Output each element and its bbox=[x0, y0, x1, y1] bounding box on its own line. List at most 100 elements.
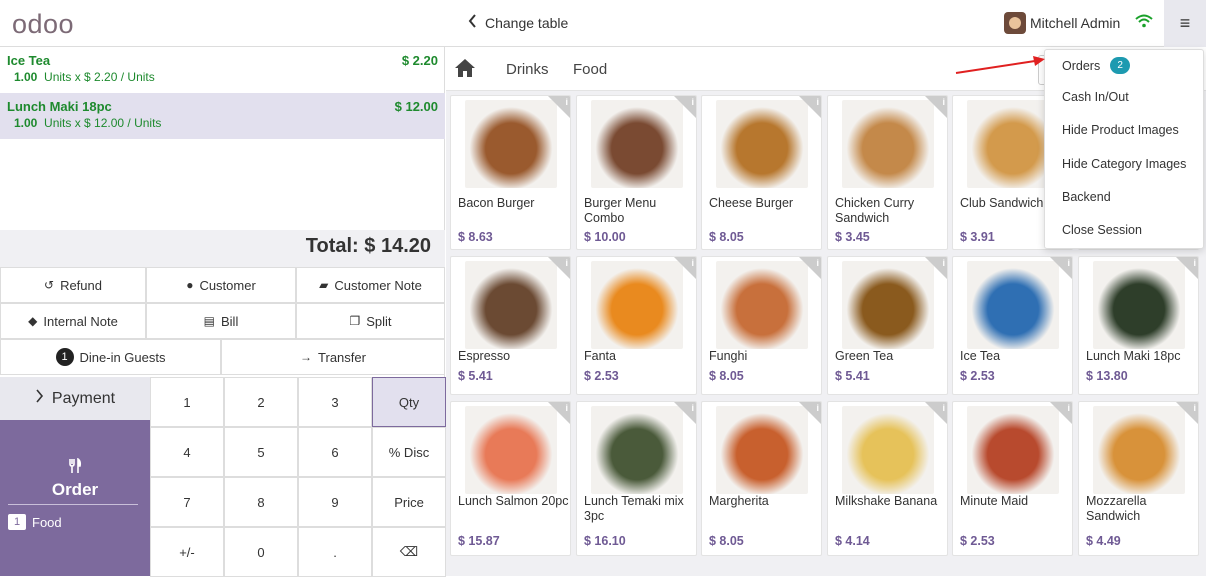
internal-note-button[interactable]: ◆ Internal Note bbox=[0, 303, 146, 339]
product-card[interactable]: i Lunch Salmon 20pc $ 15.87 bbox=[450, 401, 571, 556]
numpad-key[interactable]: Price bbox=[372, 477, 446, 527]
hamburger-dropdown-menu: Orders 2 Cash In/Out Hide Product Images… bbox=[1044, 49, 1204, 249]
menu-item-cash-in-out[interactable]: Cash In/Out bbox=[1062, 90, 1129, 104]
customer-note-button[interactable]: ▰ Customer Note bbox=[296, 267, 445, 303]
info-icon[interactable]: i bbox=[565, 258, 568, 268]
numpad-key[interactable]: 3 bbox=[298, 377, 372, 427]
info-icon[interactable]: i bbox=[816, 403, 819, 413]
chevron-right-icon bbox=[35, 389, 44, 408]
info-icon[interactable]: i bbox=[565, 403, 568, 413]
user-menu[interactable]: Mitchell Admin bbox=[1004, 12, 1120, 34]
product-image bbox=[591, 100, 683, 188]
info-icon[interactable]: i bbox=[691, 403, 694, 413]
numpad-key[interactable]: 5 bbox=[224, 427, 298, 477]
product-card[interactable]: i Margherita $ 8.05 bbox=[701, 401, 822, 556]
numpad-key[interactable]: 6 bbox=[298, 427, 372, 477]
product-price: $ 5.41 bbox=[835, 369, 870, 383]
numpad-key[interactable]: ⌫ bbox=[372, 527, 446, 577]
info-icon[interactable]: i bbox=[691, 97, 694, 107]
product-card[interactable]: i Green Tea $ 5.41 bbox=[827, 256, 948, 395]
product-price: $ 8.05 bbox=[709, 534, 744, 548]
product-name: Lunch Maki 18pc bbox=[1086, 349, 1181, 363]
info-icon[interactable]: i bbox=[691, 258, 694, 268]
product-name: Ice Tea bbox=[960, 349, 1001, 363]
order-line-price: $ 12.00 bbox=[394, 99, 438, 114]
payment-button[interactable]: Payment bbox=[0, 377, 150, 420]
avatar bbox=[1004, 12, 1026, 34]
product-card[interactable]: i Burger Menu Combo $ 10.00 bbox=[576, 95, 697, 250]
wifi-icon bbox=[1135, 14, 1153, 33]
menu-item-hide-category-images[interactable]: Hide Category Images bbox=[1062, 157, 1186, 171]
product-price: $ 8.05 bbox=[709, 369, 744, 383]
category-food[interactable]: Food bbox=[573, 61, 607, 78]
numpad-key[interactable]: 9 bbox=[298, 477, 372, 527]
split-button[interactable]: ❐ Split bbox=[296, 303, 445, 339]
info-icon[interactable]: i bbox=[565, 97, 568, 107]
dine-in-guests-button[interactable]: 1 Dine-in Guests bbox=[0, 339, 221, 375]
product-price: $ 2.53 bbox=[960, 534, 995, 548]
numpad-key[interactable]: 0 bbox=[224, 527, 298, 577]
menu-item-close-session[interactable]: Close Session bbox=[1062, 223, 1142, 237]
info-icon[interactable]: i bbox=[942, 258, 945, 268]
numpad-key[interactable]: 8 bbox=[224, 477, 298, 527]
info-icon[interactable]: i bbox=[942, 97, 945, 107]
numpad-key[interactable]: % Disc bbox=[372, 427, 446, 477]
info-icon[interactable]: i bbox=[816, 258, 819, 268]
order-panel: Ice Tea $ 2.20 1.00 Units x $ 2.20 / Uni… bbox=[0, 47, 446, 577]
numpad-key[interactable]: . bbox=[298, 527, 372, 577]
course-count-badge: 1 bbox=[8, 514, 26, 530]
odoo-logo[interactable]: odoo bbox=[12, 9, 74, 40]
product-price: $ 10.00 bbox=[584, 230, 626, 244]
product-card[interactable]: i Chicken Curry Sandwich $ 3.45 bbox=[827, 95, 948, 250]
product-image bbox=[967, 261, 1059, 349]
product-image bbox=[465, 406, 557, 494]
product-card[interactable]: i Lunch Temaki mix 3pc $ 16.10 bbox=[576, 401, 697, 556]
numpad-key[interactable]: 2 bbox=[224, 377, 298, 427]
product-image bbox=[591, 406, 683, 494]
product-card[interactable]: i Minute Maid $ 2.53 bbox=[952, 401, 1073, 556]
home-icon[interactable] bbox=[454, 58, 476, 78]
numpad-key[interactable]: 4 bbox=[150, 427, 224, 477]
refund-button[interactable]: ↺ Refund bbox=[0, 267, 146, 303]
menu-item-orders[interactable]: Orders 2 bbox=[1062, 57, 1131, 74]
tag-icon: ◆ bbox=[28, 314, 38, 328]
category-drinks[interactable]: Drinks bbox=[506, 61, 549, 78]
order-line-selected[interactable]: Lunch Maki 18pc $ 12.00 1.00 Units x $ 1… bbox=[0, 93, 445, 139]
order-course-item[interactable]: 1 Food bbox=[8, 514, 62, 530]
product-card[interactable]: i Fanta $ 2.53 bbox=[576, 256, 697, 395]
product-card[interactable]: i Mozzarella Sandwich $ 4.49 bbox=[1078, 401, 1199, 556]
numpad-key[interactable]: 7 bbox=[150, 477, 224, 527]
product-card[interactable]: i Ice Tea $ 2.53 bbox=[952, 256, 1073, 395]
product-price: $ 3.45 bbox=[835, 230, 870, 244]
product-card[interactable]: i Milkshake Banana $ 4.14 bbox=[827, 401, 948, 556]
numpad-key[interactable]: +/- bbox=[150, 527, 224, 577]
hamburger-menu-button[interactable]: ≡ bbox=[1164, 0, 1206, 47]
numpad-key[interactable]: 1 bbox=[150, 377, 224, 427]
info-icon[interactable]: i bbox=[1193, 403, 1196, 413]
product-card[interactable]: i Espresso $ 5.41 bbox=[450, 256, 571, 395]
product-image bbox=[716, 406, 808, 494]
numpad-key[interactable]: Qty bbox=[372, 377, 446, 427]
info-icon[interactable]: i bbox=[816, 97, 819, 107]
product-name: Burger Menu Combo bbox=[584, 196, 657, 225]
info-icon[interactable]: i bbox=[942, 403, 945, 413]
customer-button[interactable]: ● Customer bbox=[146, 267, 296, 303]
menu-item-backend[interactable]: Backend bbox=[1062, 190, 1111, 204]
product-card[interactable]: i Lunch Maki 18pc $ 13.80 bbox=[1078, 256, 1199, 395]
info-icon[interactable]: i bbox=[1067, 258, 1070, 268]
product-card[interactable]: i Bacon Burger $ 8.63 bbox=[450, 95, 571, 250]
change-table-button[interactable]: Change table bbox=[468, 14, 568, 31]
order-button[interactable]: Order 1 Food bbox=[0, 420, 150, 576]
user-icon: ● bbox=[186, 278, 194, 292]
product-card[interactable]: i Funghi $ 8.05 bbox=[701, 256, 822, 395]
info-icon[interactable]: i bbox=[1067, 403, 1070, 413]
transfer-button[interactable]: → Transfer bbox=[221, 339, 445, 375]
product-image bbox=[842, 261, 934, 349]
product-card[interactable]: i Cheese Burger $ 8.05 bbox=[701, 95, 822, 250]
product-image bbox=[842, 406, 934, 494]
info-icon[interactable]: i bbox=[1193, 258, 1196, 268]
menu-item-hide-product-images[interactable]: Hide Product Images bbox=[1062, 123, 1179, 137]
bill-button[interactable]: ▤ Bill bbox=[146, 303, 296, 339]
order-line[interactable]: Ice Tea $ 2.20 1.00 Units x $ 2.20 / Uni… bbox=[0, 47, 445, 93]
product-image bbox=[716, 100, 808, 188]
